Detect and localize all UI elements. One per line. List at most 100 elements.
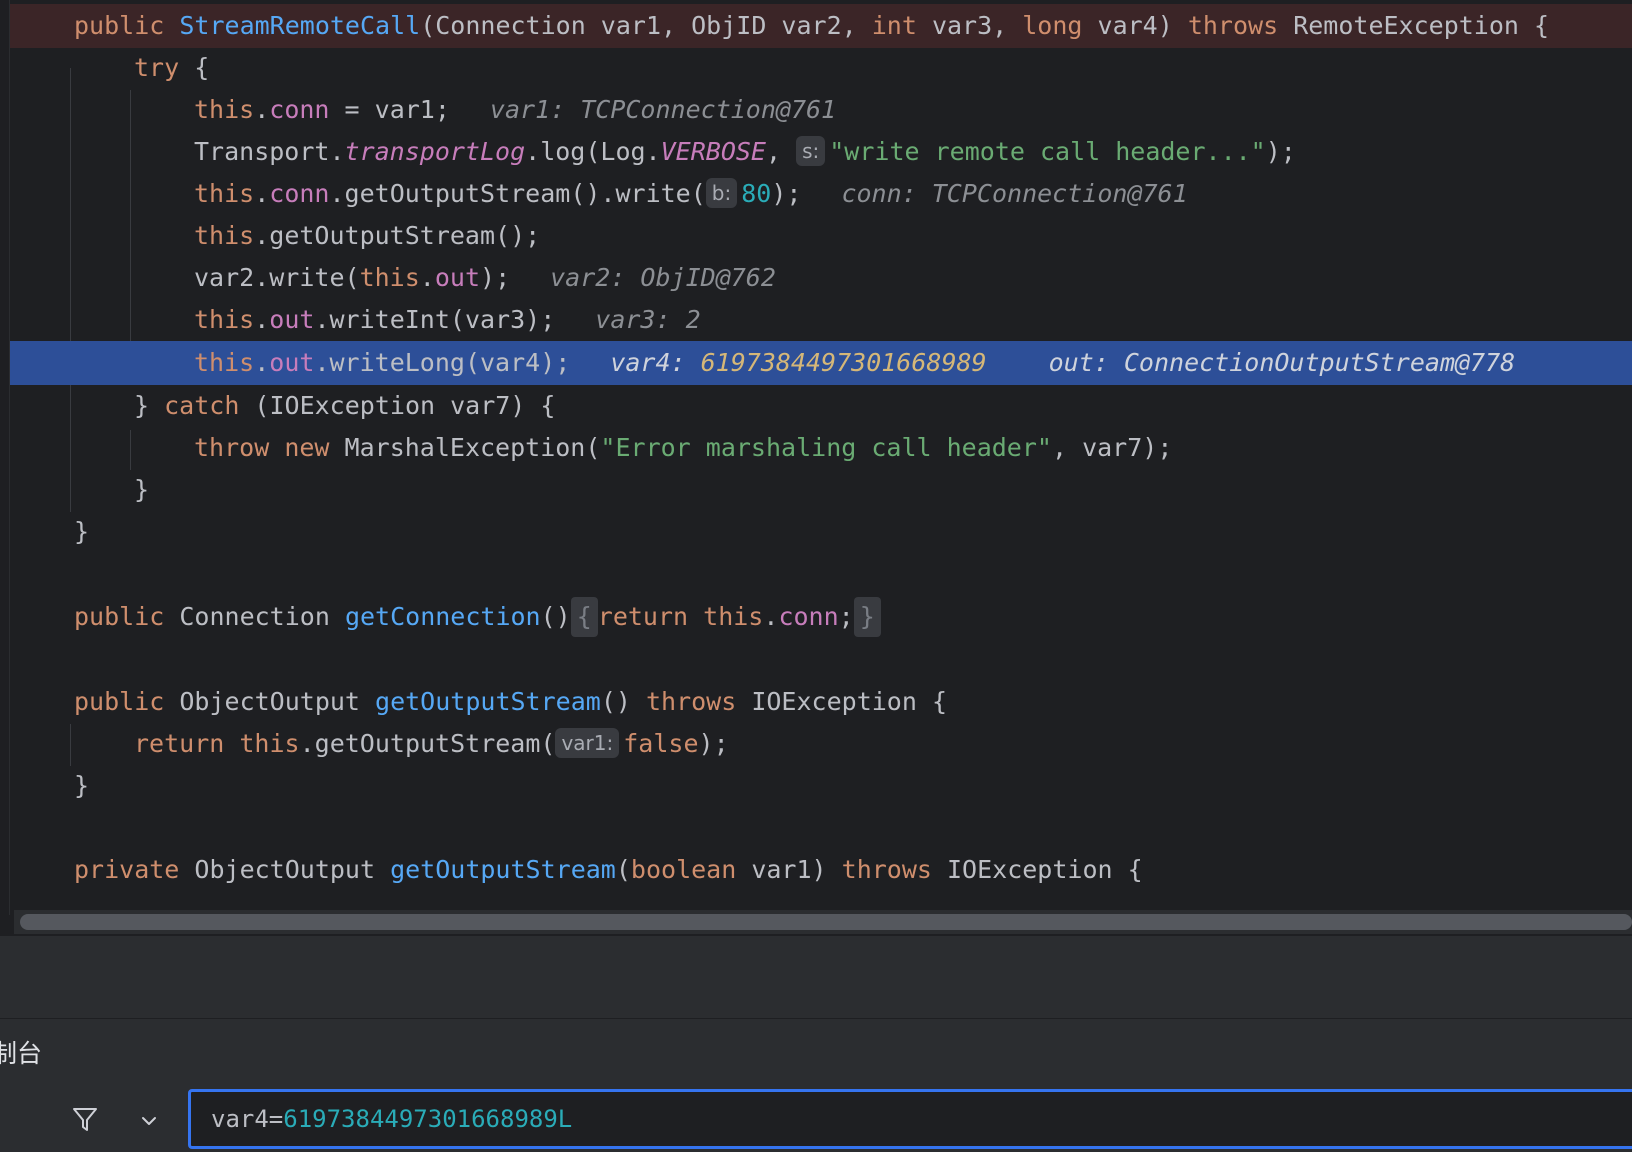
expression-name: var4= (211, 1105, 284, 1133)
code-token: .log(Log. (525, 137, 661, 166)
code-token: return (134, 729, 225, 758)
code-token: .getOutputStream( (299, 729, 556, 758)
code-token: throws (1187, 11, 1279, 40)
current-execution-line[interactable]: this.out.writeLong(var4); var4: 619738449… (10, 341, 1632, 385)
code-token: "write remote call header..." (829, 137, 1266, 166)
code-token: out (269, 305, 315, 334)
code-line-close-brace[interactable]: } (10, 764, 1632, 808)
code-token: this (194, 179, 255, 208)
code-line-get-output-stream[interactable]: this.getOutputStream(); (10, 214, 1632, 258)
filter-icon[interactable] (70, 1104, 100, 1134)
code-token: Connection (164, 602, 345, 631)
code-token: = var1; (329, 95, 450, 124)
code-line-throw[interactable]: throw new MarshalException("Error marsha… (10, 426, 1632, 470)
code-line-constructor-signature[interactable]: public StreamRemoteCall(Connection var1,… (10, 4, 1632, 48)
code-line-catch[interactable]: } catch (IOException var7) { (10, 384, 1632, 428)
code-token: MarshalException( (329, 433, 601, 462)
code-token: conn (778, 602, 839, 631)
chevron-down-icon[interactable] (138, 1110, 160, 1132)
code-token: , var7); (1051, 433, 1173, 462)
scrollbar-thumb[interactable] (20, 914, 1632, 930)
code-line-return-output-stream[interactable]: return this.getOutputStream(var1: false); (10, 722, 1632, 766)
code-token: ); (1265, 137, 1296, 166)
code-token: . (254, 179, 270, 208)
fold-marker[interactable]: { (570, 597, 598, 637)
code-line-private-get-output-stream[interactable]: private ObjectOutput getOutputStream(boo… (10, 848, 1632, 892)
parameter-name-hint: b: (705, 178, 738, 208)
code-token: ( (615, 855, 631, 884)
code-token: boolean (630, 855, 737, 884)
code-token: return (597, 602, 689, 631)
code-token: "Error marshaling call header" (600, 433, 1052, 462)
code-line-get-connection[interactable]: public Connection getConnection(){return… (10, 595, 1632, 639)
code-token: , (765, 137, 797, 166)
code-token: throws (841, 855, 932, 884)
code-line-try[interactable]: try { (10, 46, 1632, 90)
code-token: . (254, 305, 270, 334)
code-token: () (600, 687, 646, 716)
code-token: false (623, 729, 699, 758)
code-token: } (134, 475, 150, 504)
code-token: IOException { (931, 855, 1143, 884)
code-token: getOutputStream (375, 687, 601, 716)
code-line-close-brace[interactable]: } (10, 468, 1632, 512)
code-token: catch (164, 391, 240, 420)
code-editor[interactable]: public StreamRemoteCall(Connection var1,… (0, 0, 1632, 935)
code-token: throws (645, 687, 737, 716)
code-token: Transport. (194, 137, 345, 166)
code-token: . (419, 263, 435, 292)
hint-label: var4: (610, 348, 701, 377)
code-token: StreamRemoteCall (179, 11, 421, 40)
code-token: () (540, 602, 571, 631)
code-token: ); (698, 729, 729, 758)
code-token: .writeInt(var3); (314, 305, 556, 334)
fold-marker[interactable]: } (853, 597, 881, 637)
code-token: VERBOSE (660, 137, 766, 166)
console-tab-header[interactable]: 制台 (0, 1018, 1632, 1089)
code-token: getConnection (344, 602, 541, 631)
code-token: RemoteException { (1278, 11, 1550, 40)
code-token: ; (838, 602, 854, 631)
expression-value: 6197384497301668989L (283, 1105, 573, 1133)
inline-debug-value: var3: 2 (595, 305, 701, 334)
inline-debug-value: var4: 6197384497301668989 (610, 348, 986, 377)
code-token: out (269, 348, 315, 377)
code-token: getOutputStream (390, 855, 616, 884)
code-line-get-output-stream-decl[interactable]: public ObjectOutput getOutputStream() th… (10, 680, 1632, 724)
code-token: var3, (916, 11, 1023, 40)
code-token: } (74, 771, 90, 800)
code-line-close-brace[interactable]: } (10, 510, 1632, 554)
code-token: this (239, 729, 300, 758)
code-token: . (763, 602, 779, 631)
code-token: public (74, 602, 165, 631)
code-token: (IOException var7) { (239, 391, 556, 420)
code-token: var1) (736, 855, 842, 884)
code-token: int (871, 11, 917, 40)
code-token: public (74, 11, 180, 40)
code-line-write-int[interactable]: this.out.writeInt(var3); var3: 2 (10, 298, 1632, 342)
code-line-conn-assign[interactable]: this.conn = var1; var1: TCPConnection@761 (10, 88, 1632, 132)
code-token: conn (269, 179, 330, 208)
code-token: . (254, 348, 270, 377)
code-token: new (284, 433, 330, 462)
code-token: try (134, 53, 180, 82)
code-line-write-80[interactable]: this.conn.getOutputStream().write(b: 80);… (10, 172, 1632, 216)
code-token: ObjectOutput (164, 687, 376, 716)
parameter-name-hint: s: (796, 136, 826, 166)
debug-panel-area (0, 935, 1632, 1018)
horizontal-scrollbar[interactable] (14, 910, 1632, 934)
code-token: public (74, 687, 165, 716)
code-token: .getOutputStream().write( (329, 179, 706, 208)
console-tab-label[interactable]: 制台 (0, 1039, 42, 1069)
code-token: ); (480, 263, 511, 292)
code-token: out (434, 263, 481, 292)
code-line-transport-log[interactable]: Transport.transportLog.log(Log.VERBOSE, … (10, 130, 1632, 174)
code-token: var2.write( (194, 263, 360, 292)
code-line-var2-write[interactable]: var2.write(this.out); var2: ObjID@762 (10, 256, 1632, 300)
evaluate-expression-input[interactable]: var4=6197384497301668989L (188, 1089, 1632, 1149)
code-token: this (194, 348, 255, 377)
code-token: .getOutputStream(); (254, 221, 541, 250)
